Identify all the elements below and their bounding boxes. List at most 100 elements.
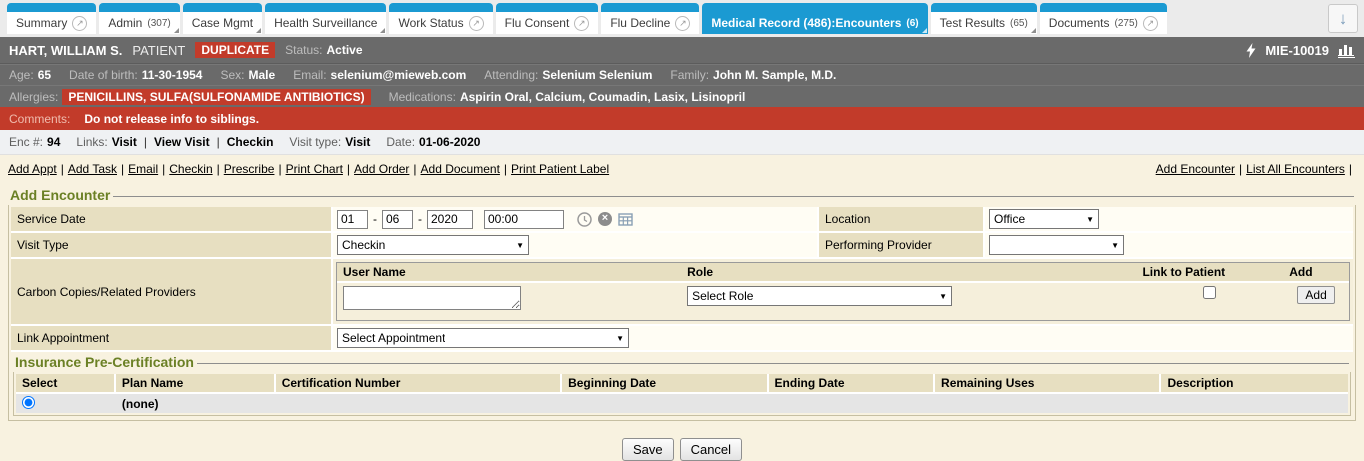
add-encounter-body: Service Date - - × Location — [8, 205, 1356, 421]
add-encounter-link[interactable]: Add Encounter — [1156, 162, 1235, 176]
tab-summary[interactable]: Summary ↗ — [7, 3, 96, 34]
separator: | — [144, 135, 147, 149]
tab-documents[interactable]: Documents (275) ↗ — [1040, 3, 1167, 34]
popout-icon: ↗ — [574, 16, 589, 31]
separator: | — [413, 162, 416, 176]
remaining-uses-header: Remaining Uses — [935, 374, 1161, 394]
fold-icon — [174, 28, 179, 33]
tab-count: (307) — [147, 18, 170, 29]
popout-icon: ↗ — [469, 16, 484, 31]
calendar-icon[interactable] — [618, 212, 633, 226]
service-date-month-input[interactable] — [337, 210, 368, 229]
user-name-input[interactable] — [343, 286, 521, 310]
chevron-down-icon: ▼ — [616, 334, 624, 343]
download-arrow-icon: ↓ — [1339, 9, 1348, 29]
clear-date-icon[interactable]: × — [598, 212, 612, 226]
visit-link[interactable]: Visit — [112, 135, 137, 149]
add-task-link[interactable]: Add Task — [68, 162, 117, 176]
list-all-encounters-link[interactable]: List All Encounters — [1246, 162, 1345, 176]
tab-label: Flu Consent — [505, 16, 570, 30]
tab-admin[interactable]: Admin (307) — [99, 3, 179, 34]
add-document-link[interactable]: Add Document — [421, 162, 500, 176]
location-select[interactable]: Office ▼ — [989, 209, 1099, 229]
cancel-button[interactable]: Cancel — [680, 438, 742, 461]
checkin-link[interactable]: Checkin — [227, 135, 274, 149]
separator: | — [121, 162, 124, 176]
allergies-label: Allergies: — [9, 90, 58, 104]
beginning-date-header: Beginning Date — [562, 374, 768, 394]
tab-label: Medical Record (486):Encounters — [711, 16, 901, 30]
chevron-down-icon: ▼ — [516, 241, 524, 250]
date-separator: - — [418, 212, 422, 226]
allergies-badge[interactable]: PENICILLINS, SULFA(SULFONAMIDE ANTIBIOTI… — [62, 89, 370, 105]
select-header: Select — [16, 374, 116, 394]
separator: | — [347, 162, 350, 176]
duplicate-badge[interactable]: DUPLICATE — [195, 42, 275, 58]
popout-icon: ↗ — [1143, 16, 1158, 31]
plan-name-header: Plan Name — [116, 374, 276, 394]
link-appointment-select[interactable]: Select Appointment ▼ — [337, 328, 629, 348]
carbon-table-header: User Name Role Link to Patient Add — [337, 263, 1349, 283]
tab-flu-consent[interactable]: Flu Consent ↗ — [496, 3, 599, 34]
tab-label: Work Status — [398, 16, 463, 30]
attending-label: Attending: — [484, 68, 538, 82]
add-provider-button[interactable]: Add — [1297, 286, 1334, 304]
print-patient-label-link[interactable]: Print Patient Label — [511, 162, 609, 176]
add-order-link[interactable]: Add Order — [354, 162, 409, 176]
service-date-label: Service Date — [11, 207, 333, 231]
performing-provider-select[interactable]: ▼ — [989, 235, 1124, 255]
checkin-action-link[interactable]: Checkin — [169, 162, 212, 176]
carbon-table-input-row: Select Role ▼ Add — [337, 283, 1349, 320]
role-select[interactable]: Select Role ▼ — [687, 286, 952, 306]
medications-value: Aspirin Oral, Calcium, Coumadin, Lasix, … — [460, 90, 745, 104]
link-to-patient-checkbox[interactable] — [1203, 286, 1216, 299]
separator: | — [217, 162, 220, 176]
view-visit-link[interactable]: View Visit — [154, 135, 210, 149]
legend-line — [113, 196, 1354, 197]
flowsheet-chart-icon[interactable] — [1338, 43, 1355, 58]
tab-flu-decline[interactable]: Flu Decline ↗ — [601, 3, 699, 34]
chevron-down-icon: ▼ — [1111, 241, 1119, 250]
patient-header-bar: HART, WILLIAM S. PATIENT DUPLICATE Statu… — [0, 37, 1364, 64]
tab-label: Test Results — [940, 16, 1005, 30]
service-date-year-input[interactable] — [427, 210, 473, 229]
tab-work-status[interactable]: Work Status ↗ — [389, 3, 492, 34]
print-chart-link[interactable]: Print Chart — [286, 162, 343, 176]
links-label: Links: — [76, 135, 107, 149]
tab-medical-record-encounters[interactable]: Medical Record (486):Encounters (6) — [702, 3, 927, 34]
location-label: Location — [817, 207, 985, 231]
visit-type-select[interactable]: Checkin ▼ — [337, 235, 529, 255]
carbon-copies-row: Carbon Copies/Related Providers User Nam… — [11, 259, 1353, 326]
ending-date-header: Ending Date — [769, 374, 936, 394]
insurance-body: Select Plan Name Certification Number Be… — [13, 372, 1351, 416]
chevron-down-icon: ▼ — [1086, 215, 1094, 224]
lightning-icon[interactable] — [1246, 43, 1256, 58]
service-date-row: Service Date - - × Location — [11, 207, 1353, 233]
remaining-uses-value — [935, 403, 1161, 405]
email-link[interactable]: Email — [128, 162, 158, 176]
clock-icon[interactable] — [577, 212, 592, 227]
insurance-table-row: (none) — [16, 394, 1348, 413]
tab-label: Documents — [1049, 16, 1110, 30]
save-button[interactable]: Save — [622, 438, 674, 461]
separator: | — [504, 162, 507, 176]
tab-case-mgmt[interactable]: Case Mgmt — [183, 3, 262, 34]
tab-health-surveillance[interactable]: Health Surveillance — [265, 3, 386, 34]
download-tabs-button[interactable]: ↓ — [1328, 4, 1358, 33]
visit-type-row: Visit Type Checkin ▼ Performing Provider… — [11, 233, 1353, 259]
ending-date-value — [769, 403, 936, 405]
tab-count: (65) — [1010, 18, 1028, 29]
family-value: John M. Sample, M.D. — [713, 68, 836, 82]
precert-none-radio[interactable] — [22, 396, 35, 409]
prescribe-link[interactable]: Prescribe — [224, 162, 275, 176]
status-value: Active — [327, 43, 363, 57]
fold-icon — [1031, 28, 1036, 33]
link-appointment-label: Link Appointment — [11, 326, 333, 350]
service-date-day-input[interactable] — [382, 210, 413, 229]
insurance-legend-row: Insurance Pre-Certification — [13, 354, 1351, 372]
fold-icon — [256, 28, 261, 33]
add-encounter-legend: Add Encounter — [8, 187, 113, 205]
tab-test-results[interactable]: Test Results (65) — [931, 3, 1037, 34]
add-appt-link[interactable]: Add Appt — [8, 162, 57, 176]
service-time-input[interactable] — [484, 210, 564, 229]
